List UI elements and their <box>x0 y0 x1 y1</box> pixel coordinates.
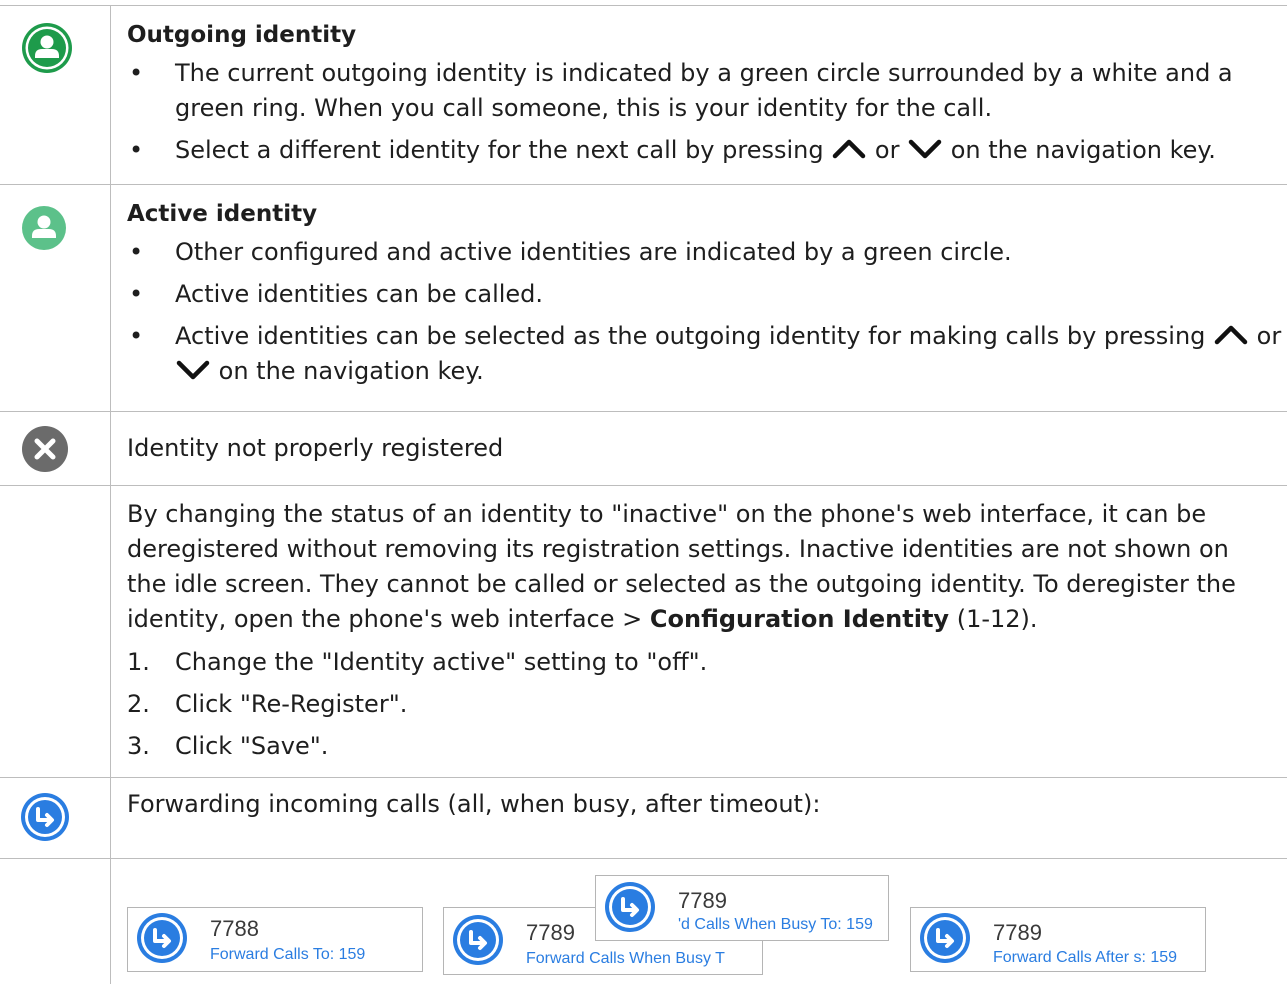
outgoing-identity-icon <box>22 23 72 73</box>
card-label: Forward Calls After s: 159 <box>993 949 1178 966</box>
deregister-steps: 1. Change the "Identity active" setting t… <box>127 645 1247 764</box>
chevron-up-icon <box>1214 325 1248 345</box>
forward-icon <box>453 915 503 965</box>
forward-card-all: 7788 Forward Calls To: 159 <box>127 907 423 972</box>
row-forwarding: Forwarding incoming calls (all, when bus… <box>0 778 1287 859</box>
step-item: 2. Click "Re-Register". <box>127 690 408 718</box>
forward-card-timeout: 7789 Forward Calls After s: 159 <box>910 907 1206 972</box>
row-inactive-identity: By changing the status of an identity to… <box>0 486 1287 778</box>
inactive-paragraph: By changing the status of an identity to… <box>127 500 1236 633</box>
chevron-down-icon <box>908 139 942 159</box>
outgoing-identity-heading: Outgoing identity <box>127 22 357 48</box>
forward-icon <box>21 793 69 841</box>
icon-cell <box>0 185 111 411</box>
icon-cell <box>0 6 111 184</box>
card-number: 7789 <box>678 888 727 913</box>
chevron-down-icon <box>176 360 210 380</box>
row-not-registered: Identity not properly registered <box>0 412 1287 486</box>
icon-cell <box>0 778 111 858</box>
forward-card-busy-overlay: 7789 'd Calls When Busy To: 159 <box>595 875 889 941</box>
outgoing-bullet-2: Select a different identity for the next… <box>127 133 1287 168</box>
forward-icon <box>605 882 655 932</box>
card-number: 7789 <box>526 920 575 945</box>
active-bullet-2: Active identities can be called. <box>127 277 1287 312</box>
card-number: 7788 <box>210 916 259 941</box>
row-active-identity: Active identity Other configured and act… <box>0 185 1287 412</box>
step-item: 3. Click "Save". <box>127 732 329 760</box>
card-label: Forward Calls To: 159 <box>210 946 366 963</box>
outgoing-bullet-1: The current outgoing identity is indicat… <box>127 56 1287 126</box>
icon-cell <box>0 412 111 485</box>
active-identity-icon <box>22 206 66 250</box>
not-registered-icon <box>22 426 68 472</box>
forwarding-text: Forwarding incoming calls (all, when bus… <box>127 790 821 818</box>
icon-cell <box>0 486 111 777</box>
not-registered-text: Identity not properly registered <box>127 434 504 462</box>
chevron-up-icon <box>833 139 866 159</box>
step-item: 1. Change the "Identity active" setting t… <box>127 648 708 676</box>
config-identity-label: Configuration Identity <box>649 605 950 633</box>
active-bullet-3: Active identities can be selected as the… <box>127 319 1287 389</box>
row-outgoing-identity: Outgoing identity The current outgoing i… <box>0 6 1287 185</box>
forward-icon <box>137 913 187 963</box>
card-number: 7789 <box>993 920 1042 945</box>
icon-cell <box>0 859 111 984</box>
card-label: 'd Calls When Busy To: 159 <box>678 916 873 933</box>
identity-status-table: Outgoing identity The current outgoing i… <box>0 5 1287 984</box>
card-label: Forward Calls When Busy T <box>526 950 725 967</box>
forward-icon <box>920 913 970 963</box>
active-bullet-1: Other configured and active identities a… <box>127 235 1287 270</box>
active-identity-heading: Active identity <box>127 201 318 227</box>
